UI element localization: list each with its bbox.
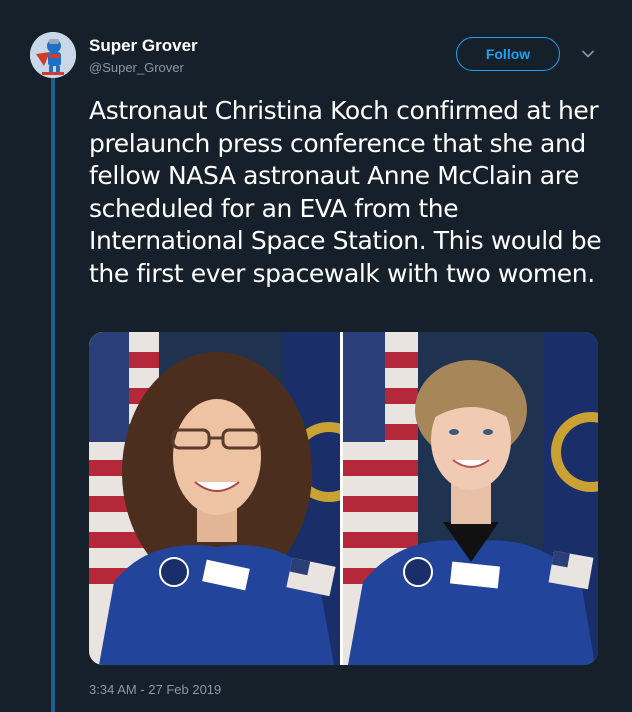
display-name[interactable]: Super Grover: [89, 36, 198, 56]
tweet-text: Astronaut Christina Koch confirmed at he…: [89, 96, 602, 288]
avatar[interactable]: [30, 32, 76, 78]
super-grover-avatar-icon: [30, 32, 76, 78]
thread-line: [51, 70, 55, 712]
astronaut-portrait-right: [343, 332, 598, 665]
user-handle[interactable]: @Super_Grover: [89, 60, 184, 75]
photo-astronaut-right[interactable]: [343, 332, 598, 665]
chevron-down-icon[interactable]: [580, 46, 596, 62]
astronaut-portrait-left: [89, 332, 340, 665]
tweet-timestamp[interactable]: 3:34 AM - 27 Feb 2019: [89, 682, 221, 697]
tweet-media[interactable]: [89, 332, 598, 665]
follow-button[interactable]: Follow: [456, 37, 560, 71]
tweet-card: Super Grover @Super_Grover Follow Astron…: [0, 0, 632, 712]
photo-astronaut-left[interactable]: [89, 332, 340, 665]
